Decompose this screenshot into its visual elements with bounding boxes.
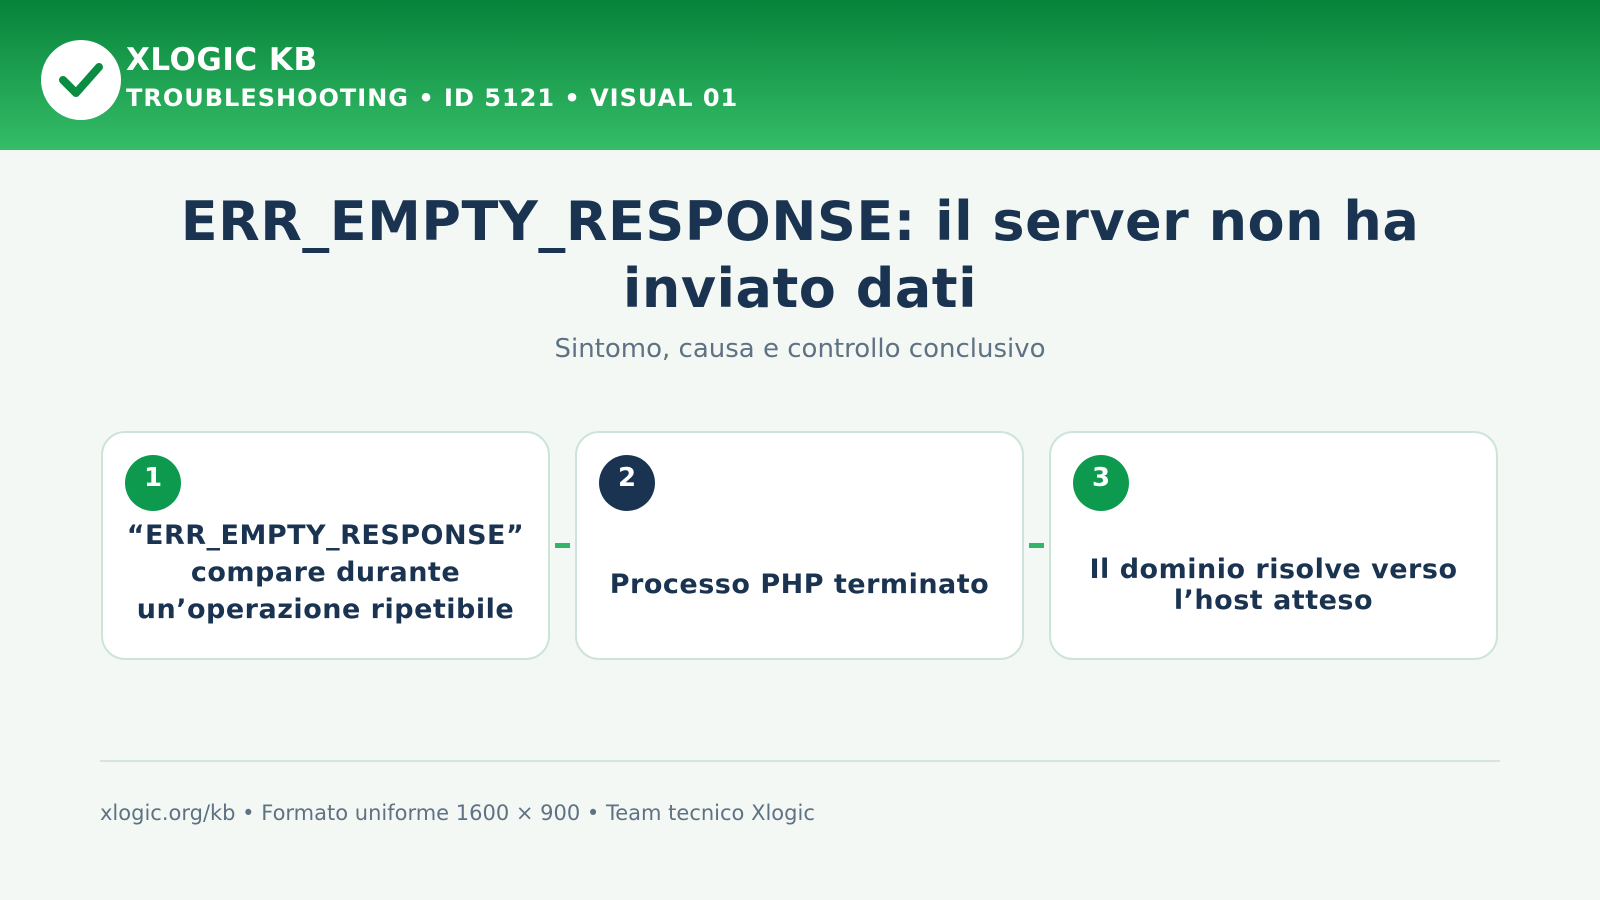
brand-subtitle: TROUBLESHOOTING • ID 5121 • VISUAL 01 bbox=[126, 84, 739, 112]
step-text: Il dominio risolve verso l’host atteso bbox=[1089, 553, 1458, 616]
footer-divider bbox=[100, 760, 1500, 762]
check-circle-icon bbox=[41, 40, 121, 120]
step-text: Processo PHP terminato bbox=[609, 569, 990, 600]
step-number-badge: 3 bbox=[1073, 455, 1129, 511]
header-banner: XLOGIC KB TROUBLESHOOTING • ID 5121 • VI… bbox=[0, 0, 1600, 150]
step-card-3: 3 Il dominio risolve verso l’host atteso bbox=[1049, 431, 1498, 660]
step-number-badge: 1 bbox=[125, 455, 181, 511]
page-title: ERR_EMPTY_RESPONSE: il server non ha inv… bbox=[180, 190, 1420, 320]
step-number-badge: 2 bbox=[599, 455, 655, 511]
step-card-2: 2 Processo PHP terminato bbox=[575, 431, 1024, 660]
footer-text: xlogic.org/kb • Formato uniforme 1600 × … bbox=[100, 801, 815, 825]
step-connector bbox=[1029, 543, 1044, 548]
page-subtitle: Sintomo, causa e controllo conclusivo bbox=[554, 334, 1046, 364]
step-text: “ERR_EMPTY_RESPONSE” compare durante un’… bbox=[126, 520, 525, 625]
brand-title: XLOGIC KB bbox=[126, 42, 318, 78]
step-connector bbox=[555, 543, 570, 548]
step-card-1: 1 “ERR_EMPTY_RESPONSE” compare durante u… bbox=[101, 431, 550, 660]
